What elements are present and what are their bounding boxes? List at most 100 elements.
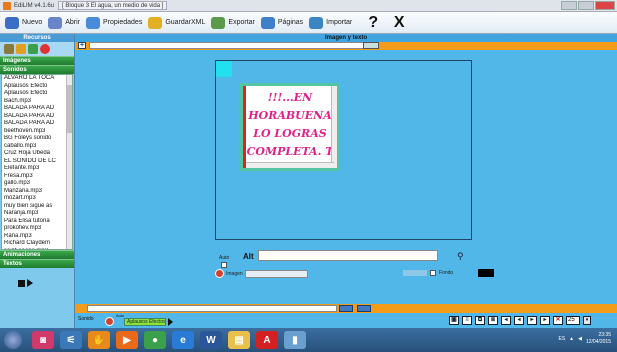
taskbar-word-icon[interactable]: W — [200, 331, 222, 349]
sound-list-item[interactable]: Cruz Roja Ubeda — [2, 150, 68, 158]
preview-player[interactable] — [18, 279, 33, 287]
page-number[interactable]: 25 — [566, 316, 580, 325]
fondo-checkbox[interactable] — [430, 270, 436, 276]
sound-list-item[interactable]: saint-saens.mp3 — [2, 248, 68, 250]
remove-image-icon[interactable] — [215, 269, 224, 278]
prev-page-icon[interactable]: ◂ — [514, 316, 524, 325]
sound-list-item[interactable]: Fresa.mp3 — [2, 173, 68, 181]
sound-list-item[interactable]: Bach.mp3 — [2, 98, 68, 106]
taskbar-edilim-icon[interactable]: ▮ — [284, 331, 306, 349]
sound-list-item[interactable]: Rana.mp3 — [2, 233, 68, 241]
sound-list-item[interactable]: BALADA PARA AD — [2, 113, 68, 121]
selected-sound[interactable]: Aplausos Efectos — [124, 318, 166, 326]
delete-icon[interactable] — [40, 44, 50, 54]
taskbar-media-icon[interactable]: ▶ — [116, 331, 138, 349]
section-textos[interactable]: Textos — [0, 259, 74, 268]
sound-list-item[interactable]: caballo.mp3 — [2, 143, 68, 151]
start-button[interactable] — [4, 331, 22, 349]
sound-list-item[interactable]: ALVARO LA TOCA — [2, 75, 68, 83]
taskbar-chrome-icon[interactable]: ● — [144, 331, 166, 349]
top-text-field[interactable] — [89, 42, 365, 49]
scroll-thumb[interactable] — [67, 85, 72, 133]
bottom-text-field[interactable] — [87, 305, 337, 312]
minimize-button[interactable] — [561, 1, 577, 10]
network-icon[interactable]: ▲ — [569, 336, 574, 342]
page-canvas[interactable]: !!!...EN HORABUENA LO LOGRAS COMPLETA. T — [215, 60, 472, 240]
taskbar-ie-icon[interactable]: e — [172, 331, 194, 349]
page-dropdown-icon[interactable]: ▾ — [583, 316, 591, 325]
sound-list-item[interactable]: beethoven.mp3 — [2, 128, 68, 136]
taskbar-app-3-icon[interactable]: ✋ — [88, 331, 110, 349]
auto-checkbox[interactable] — [221, 262, 227, 268]
sound-list-item[interactable]: BALADA PARA AD — [2, 120, 68, 128]
abrir-button[interactable]: Abrir — [46, 14, 84, 32]
maximize-button[interactable] — [578, 1, 594, 10]
add-icon[interactable] — [28, 44, 38, 54]
paste-page-icon[interactable]: ⧈ — [488, 316, 498, 325]
sound-list-item[interactable]: mozart.mp3 — [2, 195, 68, 203]
stop-icon[interactable] — [18, 279, 25, 287]
volume-icon[interactable]: ◀ — [578, 336, 582, 342]
close-editor-button[interactable]: X — [390, 14, 408, 32]
paginas-button[interactable]: Páginas — [259, 14, 307, 32]
last-page-icon[interactable]: ▸ — [540, 316, 550, 325]
sound-list-item[interactable]: Elefante.mp3 — [2, 165, 68, 173]
sound-list-item[interactable]: prokofiev.mp3 — [2, 225, 68, 233]
alt-input[interactable] — [258, 250, 438, 261]
wand-icon[interactable]: ⚲ — [457, 251, 464, 262]
taskbar-app-1-icon[interactable]: ◙ — [32, 331, 54, 349]
sound-list[interactable]: ALVARO LA TOCA Aplausos Efecto Aplausos Ef… — [1, 74, 73, 250]
delete-page-icon[interactable]: ✕ — [553, 316, 563, 325]
import-icon — [309, 16, 324, 29]
importar-button[interactable]: Importar — [307, 14, 356, 32]
sound-list-item[interactable]: gallo.mp3 — [2, 180, 68, 188]
exportar-button[interactable]: Exportar — [209, 14, 258, 32]
tools-icon[interactable] — [4, 44, 14, 54]
clock[interactable]: 23:35 12/04/2015 — [586, 332, 611, 346]
sound-list-item[interactable]: Richard Claydem — [2, 240, 68, 248]
first-page-icon[interactable]: ◂ — [501, 316, 511, 325]
language-indicator[interactable]: ES — [558, 336, 565, 342]
sound-list-item[interactable]: Aplausos Efecto — [2, 90, 68, 98]
sound-remove-icon[interactable] — [105, 317, 114, 326]
copy-page-icon[interactable]: ⧉ — [475, 316, 485, 325]
top-field-button[interactable] — [363, 42, 379, 49]
taskbar-app-2-icon[interactable]: ⚟ — [60, 331, 82, 349]
taskbar-explorer-icon[interactable]: ▤ — [228, 331, 250, 349]
sound-list-item[interactable]: Aplausos Efecto — [2, 83, 68, 91]
image-hscroll[interactable] — [246, 162, 334, 168]
play-icon[interactable] — [27, 279, 33, 287]
section-imagenes[interactable]: Imágenes — [0, 56, 74, 65]
image-field[interactable] — [244, 269, 308, 278]
edit-icon[interactable] — [16, 44, 26, 54]
propiedades-button[interactable]: Propiedades — [84, 14, 146, 32]
image-text: !!!...EN HORABUENA LO LOGRAS COMPLETA. T — [246, 91, 334, 158]
section-sonidos[interactable]: Sonidos — [0, 65, 74, 74]
resize-handle[interactable] — [216, 61, 232, 77]
window-close-button[interactable] — [595, 1, 615, 10]
fondo-color-swatch[interactable] — [478, 269, 495, 277]
guardarxml-button[interactable]: GuardarXML — [146, 14, 209, 32]
image-text-box[interactable]: !!!...EN HORABUENA LO LOGRAS COMPLETA. T — [240, 83, 340, 171]
help-button[interactable]: ? — [364, 14, 382, 32]
add-element-button[interactable]: + — [78, 42, 86, 49]
sound-list-item[interactable]: BALADA PARA AD — [2, 105, 68, 113]
save-page-icon[interactable]: ▣ — [449, 316, 459, 325]
sound-list-item[interactable]: EL SONIDO DE LC — [2, 158, 68, 166]
sound-list-item[interactable]: Para Elisa tutoria — [2, 218, 68, 226]
section-animaciones[interactable]: Animaciones — [0, 250, 74, 259]
sound-list-item[interactable]: Naranja.mp3 — [2, 210, 68, 218]
sound-list-item[interactable]: Manzana.mp3 — [2, 188, 68, 196]
taskbar-pdf-icon[interactable]: A — [256, 331, 278, 349]
sound-list-scrollbar[interactable] — [66, 75, 72, 249]
next-page-icon[interactable]: ▸ — [527, 316, 537, 325]
arrow-left-icon[interactable] — [339, 305, 353, 312]
arrow-right-icon[interactable] — [357, 305, 371, 312]
nuevo-button[interactable]: Nuevo — [3, 14, 46, 32]
image-vscroll[interactable] — [331, 86, 337, 168]
sound-list-item[interactable]: BG Foleys sonido — [2, 135, 68, 143]
sound-list-item[interactable]: muy bien sigue as — [2, 203, 68, 211]
auto-label: Auto — [219, 255, 230, 261]
page-list-icon[interactable]: ≡ — [462, 316, 472, 325]
sound-play-icon[interactable] — [168, 318, 173, 326]
